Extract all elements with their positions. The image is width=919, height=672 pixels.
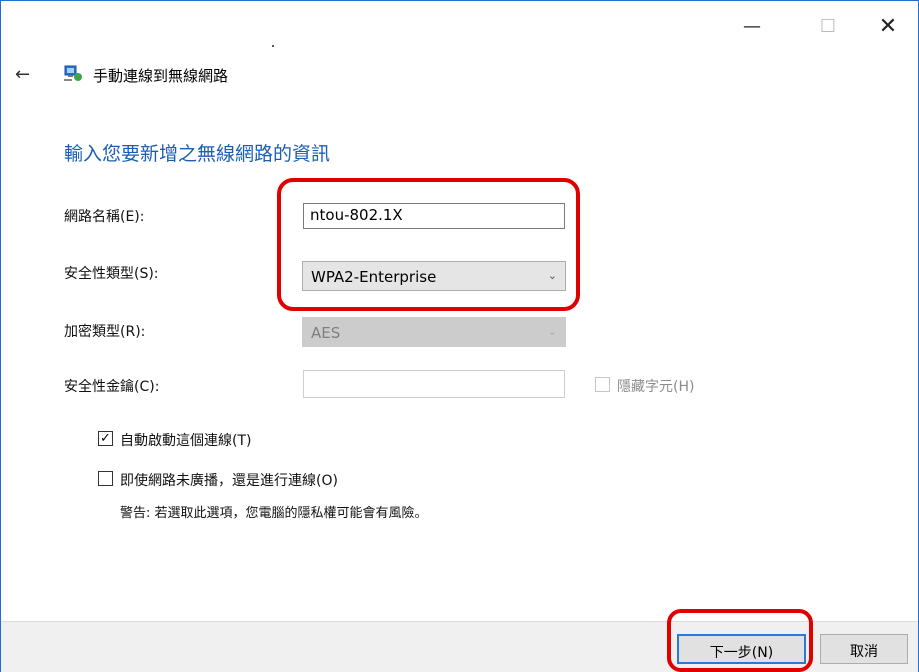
connect-hidden-network-label[interactable]: 即使網路未廣播，還是進行連線(O) [120, 470, 338, 490]
highlight-annotation-fields [277, 178, 580, 311]
back-arrow-icon[interactable]: ← [15, 64, 30, 85]
hide-characters-checkbox [595, 377, 610, 392]
close-button[interactable]: ✕ [865, 11, 911, 41]
chevron-down-icon: ⌄ [547, 325, 557, 338]
auto-connect-label[interactable]: 自動啟動這個連線(T) [120, 430, 251, 450]
security-key-label: 安全性金鑰(C): [64, 379, 160, 395]
encryption-type-label: 加密類型(R): [64, 324, 146, 340]
security-type-label: 安全性類型(S): [64, 266, 159, 282]
network-name-label: 網路名稱(E): [64, 209, 145, 225]
auto-connect-checkbox[interactable]: ✓ [98, 431, 113, 446]
connect-hidden-network-checkbox[interactable] [98, 471, 113, 486]
dialog-title: 手動連線到無線網路 [93, 67, 229, 85]
page-heading: 輸入您要新增之無線網路的資訊 [64, 143, 331, 165]
cancel-button[interactable]: 取消 [820, 634, 908, 664]
hide-characters-label: 隱藏字元(H) [617, 379, 695, 395]
encryption-type-select: AES ⌄ [302, 317, 566, 347]
dialog-window: — ☐ ✕ ← 手動連線到無線網路 輸入您要新增之無線網路的資訊 網路名稱(E)… [0, 0, 919, 672]
encryption-type-value: AES [311, 324, 341, 342]
title-bar: — ☐ ✕ [1, 1, 918, 51]
privacy-warning-text: 警告: 若選取此選項，您電腦的隱私權可能會有風險。 [120, 506, 428, 521]
security-key-input[interactable] [303, 370, 565, 398]
minimize-button[interactable]: — [729, 11, 775, 41]
highlight-annotation-next [667, 609, 813, 672]
decorative-dot [272, 45, 274, 47]
network-icon [64, 65, 82, 81]
maximize-button[interactable]: ☐ [805, 11, 851, 41]
